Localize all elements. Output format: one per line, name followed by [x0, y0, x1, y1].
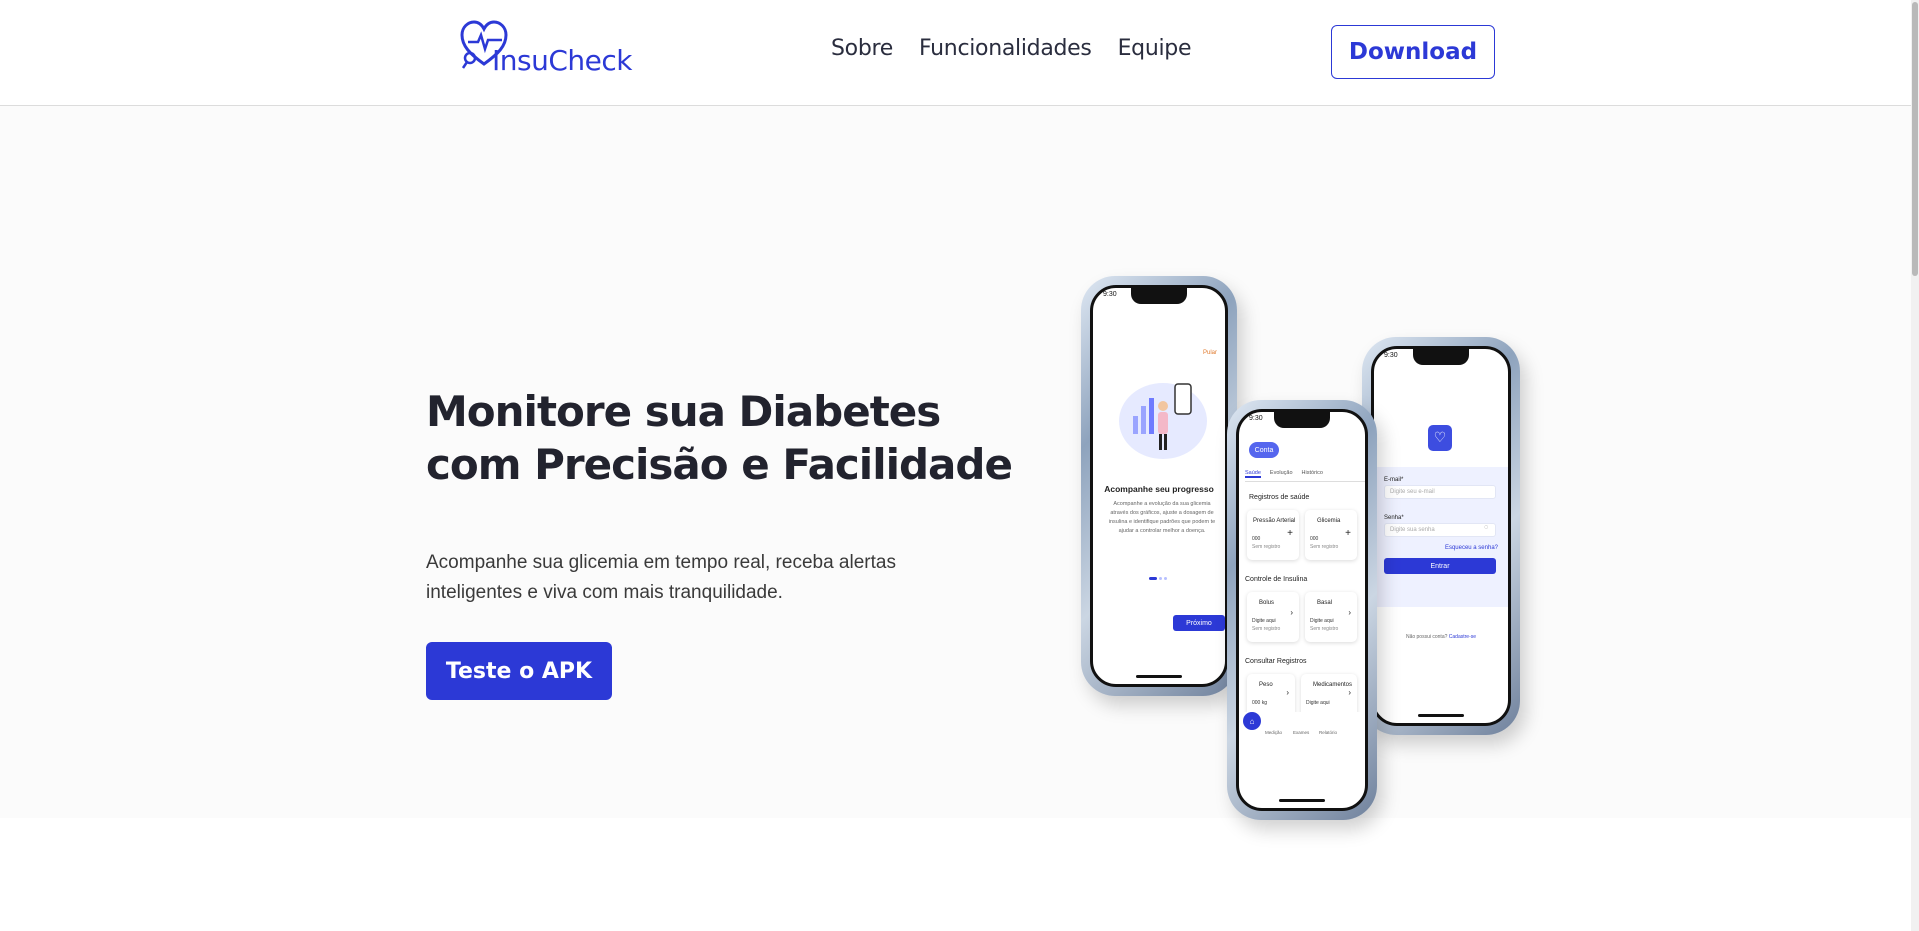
main-nav: Sobre Funcionalidades Equipe	[831, 36, 1192, 61]
phone-notch	[1131, 288, 1187, 304]
card-title: Medicamentos	[1313, 682, 1353, 688]
next-button[interactable]: Próximo	[1173, 615, 1225, 631]
hero-section: Monitore sua Diabetes com Precisão e Fac…	[0, 106, 1919, 820]
phone-screen: 9:30 Pular Acompanhe seu progresso Acomp…	[1090, 285, 1228, 687]
section-title-insulin: Controle de Insulina	[1245, 576, 1308, 583]
account-button[interactable]: Conta	[1249, 442, 1279, 458]
chevron-right-icon: ›	[1348, 608, 1351, 617]
account-label: Conta	[1254, 446, 1274, 454]
signup-prompt: Não possui conta? Cadastre-se	[1374, 634, 1508, 640]
home-indicator	[1136, 675, 1182, 678]
card-value: 000	[1252, 536, 1261, 542]
card-title: Bolus	[1259, 600, 1275, 606]
phone-mockup-dashboard: 9:30 Conta Saúde Evolução Histórico Regi…	[1227, 400, 1377, 820]
chevron-right-icon: ›	[1348, 688, 1351, 697]
card-pressao-arterial[interactable]: Pressão Arterial 000 Sem registro +	[1247, 510, 1299, 560]
hero-description: Acompanhe sua glicemia em tempo real, re…	[426, 552, 896, 603]
skip-link[interactable]: Pular	[1203, 350, 1217, 356]
card-value: 000 kg	[1252, 700, 1268, 706]
phone-notch	[1413, 349, 1469, 365]
onboarding-text: Acompanhe a evolução da sua glicemia atr…	[1108, 501, 1216, 534]
test-apk-button[interactable]: Teste o APK	[426, 642, 612, 700]
tab-historico[interactable]: Histórico	[1302, 470, 1323, 478]
phone-screen: 9:30 ♡ E-mail* Digite seu e-mail Senha* …	[1371, 346, 1511, 726]
password-label: Senha*	[1384, 515, 1404, 521]
bottom-nav: ⌂ Medição Exames Relatório	[1239, 712, 1365, 742]
home-fab-icon[interactable]: ⌂	[1243, 712, 1261, 730]
logo[interactable]: InsuCheck	[460, 20, 632, 80]
tab-saude[interactable]: Saúde	[1245, 470, 1261, 478]
status-time: 9:30	[1384, 352, 1398, 359]
card-title: Pressão Arterial	[1253, 518, 1296, 524]
card-basal[interactable]: Basal Digite aqui Sem registro ›	[1305, 592, 1357, 642]
carousel-dots	[1149, 577, 1167, 580]
card-value: Digite aqui	[1310, 618, 1334, 624]
phone-mockup-login: 9:30 ♡ E-mail* Digite seu e-mail Senha* …	[1362, 337, 1520, 735]
card-value: Digite aqui	[1306, 700, 1330, 706]
card-bolus[interactable]: Bolus Digite aqui Sem registro ›	[1247, 592, 1299, 642]
phone-mockup-onboarding: 9:30 Pular Acompanhe seu progresso Acomp…	[1081, 276, 1237, 696]
scrollbar-thumb[interactable]	[1912, 2, 1918, 276]
site-header: InsuCheck Sobre Funcionalidades Equipe D…	[0, 0, 1919, 106]
dashboard-tabs: Saúde Evolução Histórico	[1245, 470, 1365, 482]
login-button[interactable]: Entrar	[1384, 558, 1496, 574]
card-sub: Sem registro	[1310, 544, 1339, 550]
card-glicemia[interactable]: Glicemia 000 Sem registro +	[1305, 510, 1357, 560]
nav-link-funcionalidades[interactable]: Funcionalidades	[919, 36, 1092, 61]
email-field[interactable]: Digite seu e-mail	[1384, 485, 1496, 499]
card-value: 000	[1310, 536, 1319, 542]
card-value: Digite aqui	[1252, 618, 1276, 624]
status-time: 9:30	[1249, 415, 1263, 422]
eye-off-icon[interactable]: ◌	[1484, 524, 1488, 531]
bottom-nav-item-medicao[interactable]: Medição	[1265, 730, 1282, 735]
section-title-health: Registros de saúde	[1249, 494, 1310, 501]
home-indicator	[1418, 714, 1464, 717]
add-icon[interactable]: +	[1345, 528, 1351, 539]
add-icon[interactable]: +	[1287, 528, 1293, 539]
card-title: Basal	[1317, 600, 1333, 606]
email-label: E-mail*	[1384, 477, 1404, 483]
bottom-nav-item-relatorio[interactable]: Relatório	[1319, 730, 1337, 735]
chevron-right-icon: ›	[1290, 608, 1293, 617]
signup-link[interactable]: Cadastre-se	[1449, 634, 1476, 640]
no-account-text: Não possui conta?	[1405, 634, 1448, 640]
app-logo-icon: ♡	[1428, 425, 1452, 451]
tab-evolucao[interactable]: Evolução	[1270, 470, 1293, 478]
status-time: 9:30	[1103, 291, 1117, 298]
bottom-nav-item-exames[interactable]: Exames	[1293, 730, 1309, 735]
card-title: Peso	[1259, 682, 1273, 688]
home-indicator	[1279, 799, 1325, 802]
onboarding-title: Acompanhe seu progresso	[1104, 484, 1214, 494]
card-sub: Sem registro	[1310, 626, 1339, 632]
password-field[interactable]: Digite sua senha	[1384, 523, 1496, 537]
chevron-right-icon: ›	[1286, 688, 1289, 697]
hero-title: Monitore sua Diabetes com Precisão e Fac…	[426, 387, 1013, 489]
brand-name: InsuCheck	[492, 44, 632, 77]
phone-notch	[1274, 412, 1330, 428]
card-title: Glicemia	[1317, 518, 1341, 524]
nav-link-sobre[interactable]: Sobre	[831, 36, 893, 61]
card-sub: Sem registro	[1252, 626, 1281, 632]
card-sub: Sem registro	[1252, 544, 1281, 550]
forgot-password-link[interactable]: Esqueceu a senha?	[1445, 545, 1498, 551]
page-scrollbar[interactable]	[1911, 0, 1919, 931]
phone-screen: 9:30 Conta Saúde Evolução Histórico Regi…	[1236, 409, 1368, 811]
download-button[interactable]: Download	[1331, 25, 1495, 79]
nav-link-equipe[interactable]: Equipe	[1118, 36, 1192, 61]
progress-illustration-icon	[1119, 383, 1207, 459]
section-title-records: Consultar Registros	[1245, 658, 1307, 665]
